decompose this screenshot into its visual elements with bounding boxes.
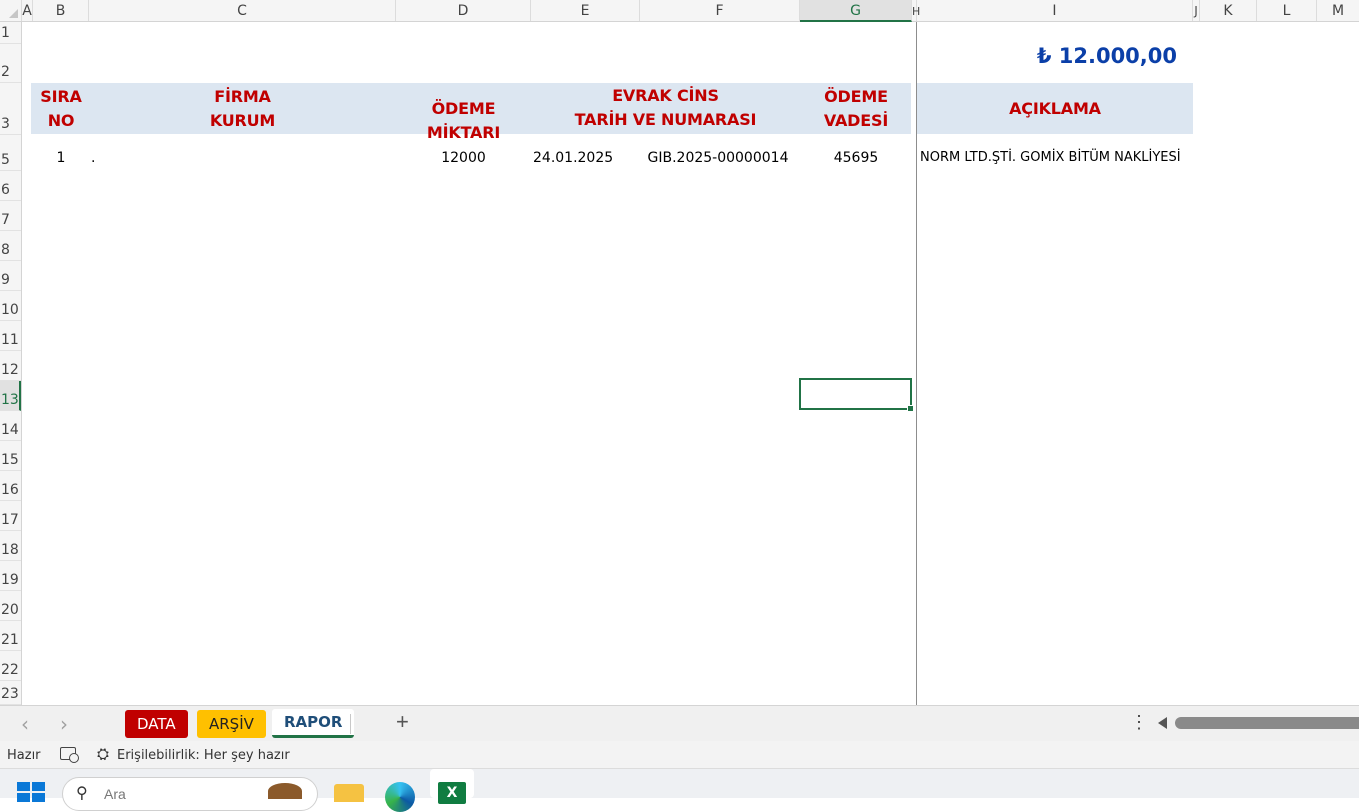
- windows-start-icon[interactable]: [17, 782, 45, 802]
- header-aciklama[interactable]: AÇIKLAMA: [917, 97, 1193, 121]
- row-header[interactable]: 11: [0, 321, 21, 351]
- tab-separator: [350, 714, 351, 734]
- row-header[interactable]: 15: [0, 441, 21, 471]
- next-sheet-icon[interactable]: ›: [60, 712, 68, 736]
- prev-sheet-icon[interactable]: ‹: [21, 712, 29, 736]
- column-header-g[interactable]: G: [800, 0, 912, 22]
- row-header[interactable]: 23: [0, 681, 21, 705]
- status-bar: Hazır ⛭ Erişilebilirlik: Her şey hazır: [0, 741, 1359, 769]
- header-firma-kurum[interactable]: FİRMA KURUM: [89, 85, 396, 133]
- column-header-l[interactable]: L: [1257, 0, 1317, 21]
- sheet-tab-data[interactable]: DATA: [125, 710, 188, 738]
- cell-miktar[interactable]: 12000: [396, 150, 531, 166]
- edge-browser-icon[interactable]: [385, 782, 415, 812]
- header-evrak[interactable]: EVRAK CİNS TARİH VE NUMARASI: [531, 84, 800, 132]
- row-header[interactable]: 20: [0, 591, 21, 621]
- row-header[interactable]: 5: [0, 135, 21, 171]
- column-header-a[interactable]: A: [22, 0, 33, 21]
- sheet-tab-rapor[interactable]: RAPOR: [272, 709, 355, 738]
- column-header-m[interactable]: M: [1317, 0, 1359, 21]
- taskbar-search-placeholder: Ara: [104, 786, 126, 802]
- row-header[interactable]: 16: [0, 471, 21, 501]
- sheet-tabs-bar: ‹ › DATA ARŞİV RAPOR + ⋮: [0, 705, 1359, 741]
- cell-vade[interactable]: 45695: [800, 150, 912, 166]
- accessibility-status[interactable]: Erişilebilirlik: Her şey hazır: [117, 748, 290, 763]
- total-amount-cell[interactable]: ₺ 12.000,00: [1000, 44, 1177, 68]
- excel-icon[interactable]: X: [438, 782, 466, 804]
- search-icon: ⚲: [76, 785, 88, 802]
- row-header[interactable]: 19: [0, 561, 21, 591]
- windows-taskbar: ⚲ Ara X: [0, 769, 1359, 812]
- header-odeme-vadesi[interactable]: ÖDEME VADESİ: [800, 85, 912, 133]
- column-header-bar: A B C D E F G H I J K L M: [0, 0, 1359, 22]
- row-header[interactable]: 3: [0, 83, 21, 135]
- row-header-selected[interactable]: 13: [0, 381, 21, 411]
- column-header-f[interactable]: F: [640, 0, 800, 21]
- column-header-k[interactable]: K: [1200, 0, 1257, 21]
- scroll-left-icon[interactable]: [1158, 717, 1167, 729]
- header-sira-no[interactable]: SIRA NO: [33, 85, 89, 133]
- column-header-d[interactable]: D: [396, 0, 531, 21]
- row-header[interactable]: 8: [0, 231, 21, 261]
- cell-sira[interactable]: 1: [33, 150, 89, 166]
- header-odeme-miktari[interactable]: ÖDEME MİKTARI: [396, 97, 531, 145]
- horizontal-scrollbar-thumb[interactable]: [1175, 717, 1359, 729]
- row-header[interactable]: 7: [0, 201, 21, 231]
- row-header-bar: 1 2 3 5 6 7 8 9 10 11 12 13 14 15 16 17 …: [0, 22, 22, 705]
- file-explorer-icon[interactable]: [334, 784, 364, 802]
- column-header-e[interactable]: E: [531, 0, 640, 21]
- row-header[interactable]: 12: [0, 351, 21, 381]
- cell-aciklama[interactable]: NORM LTD.ŞTİ. GOMİX BİTÜM NAKLİYESİ: [920, 150, 1181, 165]
- cell-evrak-no[interactable]: GIB.2025-00000014: [640, 150, 796, 166]
- row-header[interactable]: 9: [0, 261, 21, 291]
- search-highlight-image: [268, 783, 302, 799]
- row-header[interactable]: 2: [0, 44, 21, 83]
- cell-tarih[interactable]: 24.01.2025: [533, 150, 613, 166]
- row-header[interactable]: 22: [0, 651, 21, 681]
- sheet-tab-arsiv[interactable]: ARŞİV: [197, 710, 266, 738]
- column-header-c[interactable]: C: [89, 0, 396, 21]
- row-header[interactable]: 17: [0, 501, 21, 531]
- row-header[interactable]: 18: [0, 531, 21, 561]
- macro-record-icon[interactable]: [60, 747, 79, 763]
- add-sheet-icon[interactable]: +: [396, 709, 409, 735]
- column-header-j[interactable]: J: [1193, 0, 1200, 21]
- column-header-b[interactable]: B: [33, 0, 89, 21]
- select-all-corner[interactable]: [0, 0, 22, 21]
- row-header[interactable]: 21: [0, 621, 21, 651]
- cell-firma[interactable]: .: [91, 150, 95, 166]
- row-header[interactable]: 14: [0, 411, 21, 441]
- selected-cell-g13[interactable]: [799, 378, 914, 412]
- row-header[interactable]: 1: [0, 22, 21, 44]
- accessibility-icon[interactable]: ⛭: [97, 745, 109, 763]
- column-header-i[interactable]: I: [917, 0, 1193, 21]
- row-header[interactable]: 6: [0, 171, 21, 201]
- row-header[interactable]: 10: [0, 291, 21, 321]
- status-ready-text: Hazır: [7, 748, 41, 763]
- more-options-icon[interactable]: ⋮: [1130, 712, 1148, 733]
